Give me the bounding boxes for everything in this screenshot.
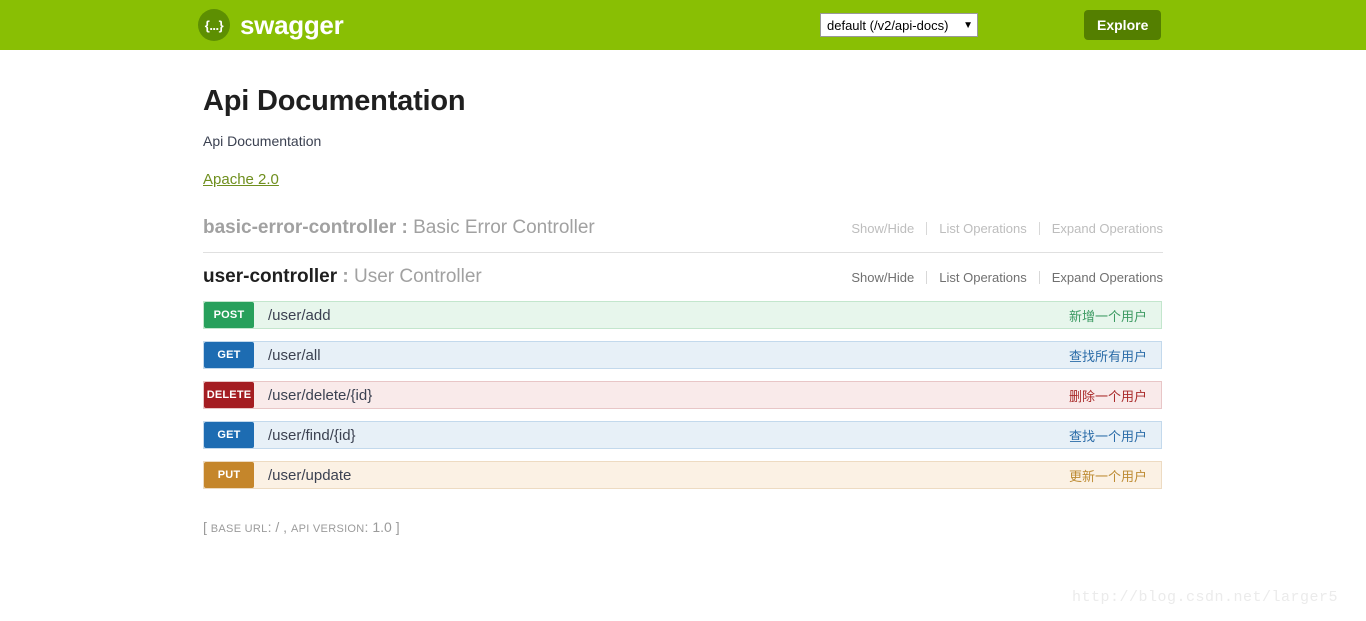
page-title: Api Documentation: [203, 85, 466, 117]
operation-method-badge: GET: [204, 342, 254, 368]
api-description: Api Documentation: [203, 133, 322, 149]
resource-section: user-controller : User Controller Show/Hi…: [203, 252, 1163, 489]
operation-summary: 查找所有用户: [1068, 348, 1147, 364]
operation-path: /user/find/{id}: [268, 426, 356, 444]
resource-title-separator: :: [401, 217, 408, 238]
operation-summary: 删除一个用户: [1068, 388, 1147, 404]
api-base-info: [ base url: / , api version: 1.0 ]: [203, 519, 1163, 535]
swagger-brand: {...} swagger: [198, 9, 344, 41]
resource-options: Show/Hide List Operations Expand Operation…: [839, 221, 1163, 236]
operation-summary: 更新一个用户: [1068, 468, 1147, 484]
operation-list: POST/user/add 新增一个用户 GET/user/all 查找所有用户 DEL…: [203, 301, 1163, 489]
base-url-separator: :: [267, 519, 272, 535]
chevron-down-icon: ▼: [963, 19, 973, 31]
operation-summary: 查找一个用户: [1068, 428, 1147, 444]
api-version-value: 1.0: [372, 519, 392, 535]
operation-path: /user/all: [268, 346, 321, 364]
operation-row[interactable]: GET/user/all 查找所有用户: [203, 341, 1162, 369]
resource-title[interactable]: user-controller : User Controller: [203, 266, 482, 288]
api-version-label: api version: [290, 523, 365, 535]
resource-header: basic-error-controller : Basic Error Con…: [203, 217, 1163, 252]
operation-method-badge: GET: [204, 422, 254, 448]
operation-row[interactable]: GET/user/find/{id} 查找一个用户: [203, 421, 1162, 449]
resource-description: Basic Error Controller: [413, 217, 595, 238]
resource-options: Show/Hide List Operations Expand Operation…: [839, 270, 1163, 285]
resource-name: user-controller: [203, 266, 338, 287]
license-link[interactable]: Apache 2.0: [203, 171, 279, 188]
resource-list: basic-error-controller : Basic Error Con…: [203, 217, 1163, 489]
expand-operations-link[interactable]: Expand Operations: [1040, 221, 1163, 236]
watermark-text: http://blog.csdn.net/larger5: [1072, 589, 1339, 606]
expand-operations-link[interactable]: Expand Operations: [1040, 270, 1163, 285]
brand-name-label: swagger: [240, 9, 344, 40]
resource-header: user-controller : User Controller Show/Hi…: [203, 266, 1163, 301]
resource-name: basic-error-controller: [203, 217, 397, 238]
api-spec-select-value: default (/v2/api-docs): [827, 17, 949, 33]
list-operations-link[interactable]: List Operations: [927, 221, 1038, 236]
topbar-controls: default (/v2/api-docs) ▼ Explore: [820, 0, 1180, 50]
base-url-label: base url: [210, 523, 268, 535]
operation-row[interactable]: DELETE/user/delete/{id} 删除一个用户: [203, 381, 1162, 409]
footer-comma: ,: [283, 519, 288, 535]
operation-summary: 新增一个用户: [1068, 308, 1147, 324]
operation-method-badge: POST: [204, 302, 254, 328]
operation-row[interactable]: POST/user/add 新增一个用户: [203, 301, 1162, 329]
resource-title[interactable]: basic-error-controller : Basic Error Con…: [203, 217, 595, 239]
resource-title-separator: :: [342, 266, 349, 287]
swagger-logo-icon: {...}: [198, 9, 230, 41]
top-navigation-bar: {...} swagger default (/v2/api-docs) ▼ E…: [0, 0, 1366, 50]
operation-path: /user/update: [268, 466, 352, 484]
operation-path: /user/add: [268, 306, 331, 324]
show-hide-link[interactable]: Show/Hide: [839, 221, 926, 236]
footer-close-bracket: ]: [395, 519, 400, 535]
main-content: Api Documentation Api Documentation Apac…: [203, 50, 1163, 535]
operation-path: /user/delete/{id}: [268, 386, 373, 404]
list-operations-link[interactable]: List Operations: [927, 270, 1038, 285]
operation-method-badge: PUT: [204, 462, 254, 488]
show-hide-link[interactable]: Show/Hide: [839, 270, 926, 285]
api-version-separator: :: [364, 519, 369, 535]
resource-description: User Controller: [353, 266, 482, 287]
base-url-value: /: [275, 519, 280, 535]
operation-method-badge: DELETE: [204, 382, 254, 408]
explore-button[interactable]: Explore: [1084, 10, 1162, 40]
resource-section: basic-error-controller : Basic Error Con…: [203, 217, 1163, 252]
operation-row[interactable]: PUT/user/update 更新一个用户: [203, 461, 1162, 489]
footer-open-bracket: [: [203, 519, 207, 535]
api-spec-select[interactable]: default (/v2/api-docs) ▼: [820, 13, 978, 37]
